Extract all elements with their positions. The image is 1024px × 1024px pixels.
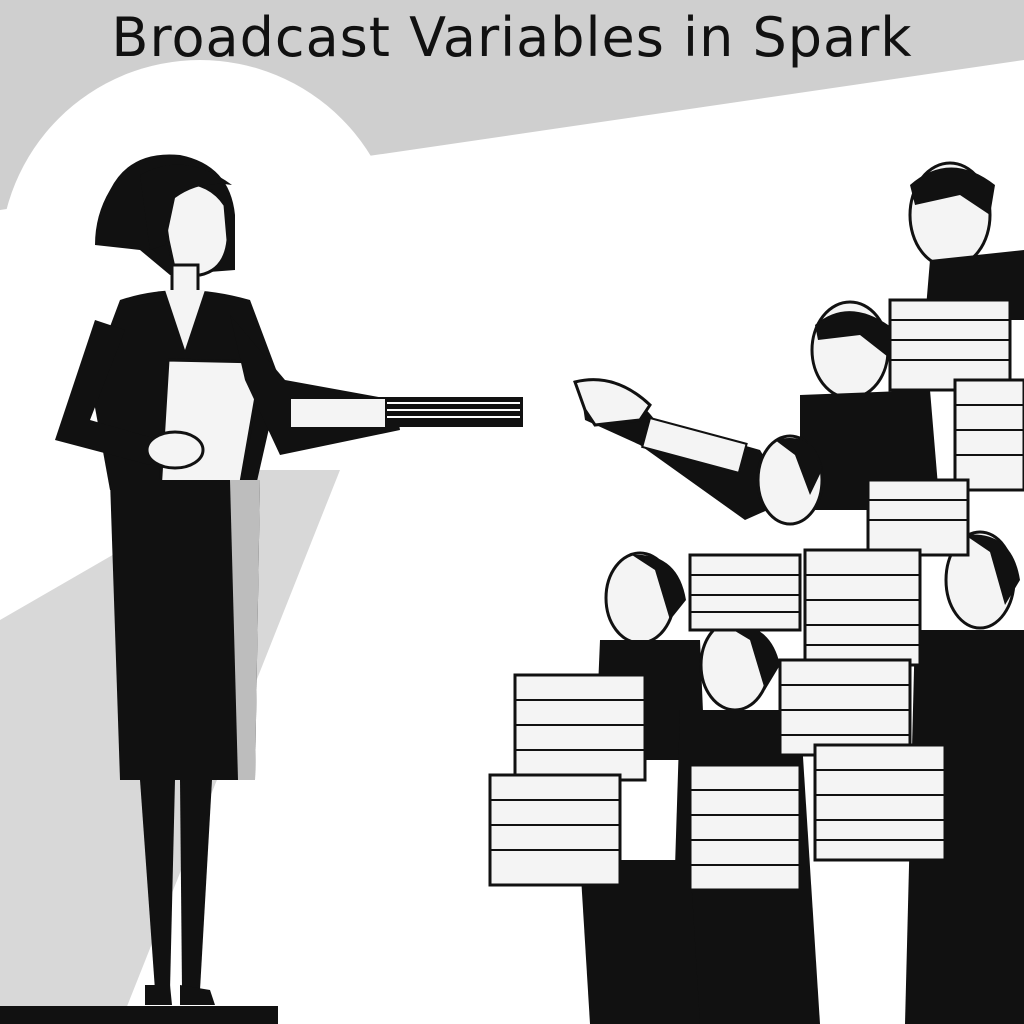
stage-platform <box>0 1006 278 1024</box>
illustration-art <box>0 0 1024 1024</box>
offered-paper-stack <box>385 397 523 427</box>
worker-head-middle <box>756 434 824 526</box>
illustration-title: Broadcast Variables in Spark <box>111 6 913 69</box>
illustration-canvas: Broadcast Variables in Spark <box>0 0 1024 1024</box>
